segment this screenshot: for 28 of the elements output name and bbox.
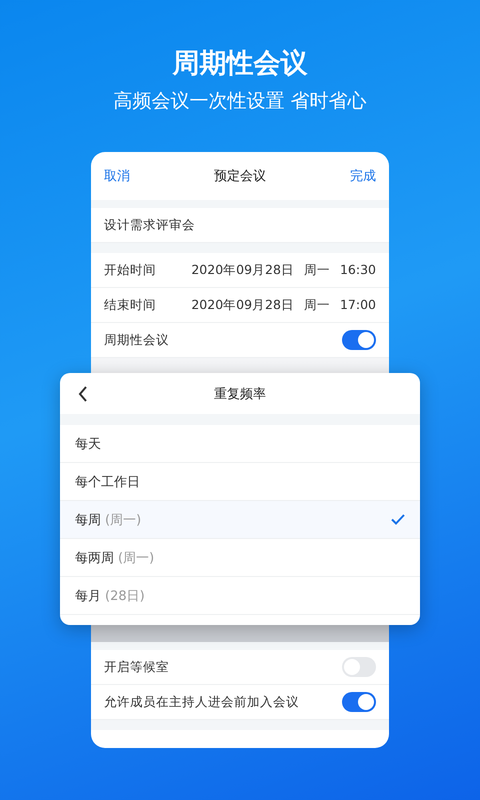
screen-title: 预定会议 (214, 168, 266, 185)
row-label: 结束时间 (104, 296, 156, 314)
date-value: 2020年09月28日 (191, 296, 294, 314)
row-label: 周期性会议 (104, 332, 169, 348)
toggle-switch[interactable] (342, 692, 376, 712)
cancel-link[interactable]: 取消 (104, 167, 130, 185)
weekday-value: 周一 (304, 262, 330, 278)
weekday-value: 周一 (304, 296, 330, 314)
frequency-option[interactable]: 每个工作日 (60, 463, 420, 501)
row-label: 允许成员在主持人进会前加入会议 (104, 694, 299, 710)
row-label: 开始时间 (104, 262, 156, 278)
time-value: 17:00 (340, 296, 376, 314)
back-icon[interactable] (78, 386, 88, 402)
frequency-option[interactable]: 每两周 (周一) (60, 539, 420, 577)
meeting-name: 设计需求评审会 (104, 216, 195, 234)
frequency-option[interactable]: 每天 (60, 425, 420, 463)
date-value: 2020年09月28日 (191, 262, 294, 278)
subtitle: 高频会议一次性设置 省时省心 (113, 89, 367, 114)
frequency-option[interactable]: 每月 (28日) (60, 577, 420, 615)
frequency-option[interactable]: 每周 (周一) (60, 501, 420, 539)
row-label: 开启等候室 (104, 658, 169, 676)
done-link[interactable]: 完成 (350, 167, 376, 185)
headline: 周期性会议 (172, 47, 308, 81)
toggle-switch[interactable] (342, 330, 376, 350)
popup-title: 重复频率 (214, 386, 266, 402)
time-value: 16:30 (340, 262, 376, 278)
checkmark-icon (391, 514, 405, 525)
toggle-switch[interactable] (342, 657, 376, 677)
